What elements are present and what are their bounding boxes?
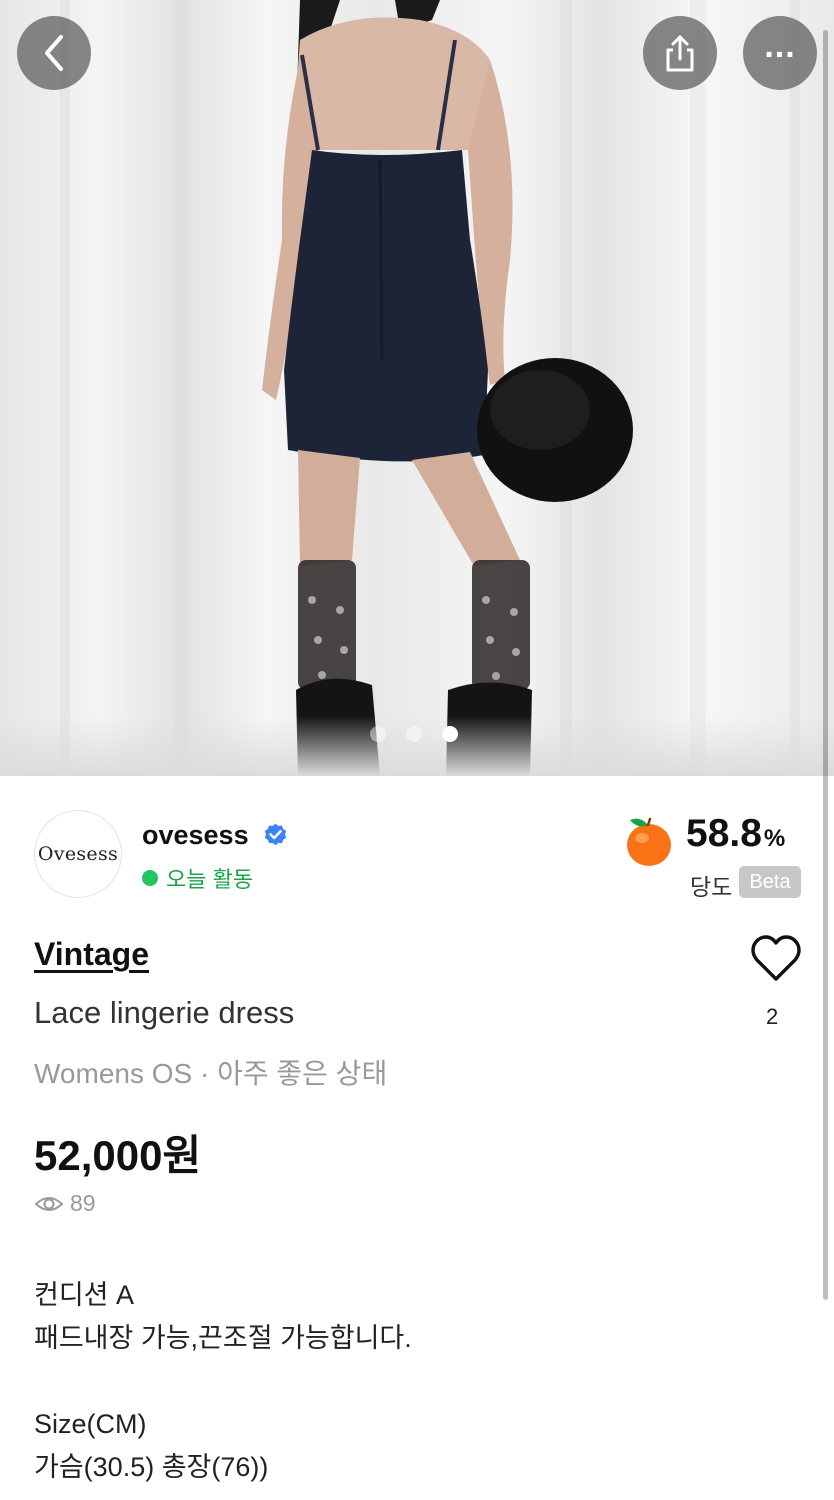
gallery-dot-active[interactable]: [442, 726, 458, 742]
chevron-left-icon: [45, 35, 63, 71]
page-scrollbar[interactable]: [823, 30, 828, 1300]
description-line: [34, 1360, 412, 1403]
share-button[interactable]: [643, 16, 717, 90]
view-count: 89: [70, 1190, 96, 1216]
seller-activity-label: 오늘 활동: [166, 867, 254, 892]
product-price: 52,000원: [34, 1132, 202, 1179]
product-description: 컨디션 A 패드내장 가능,끈조절 가능합니다. Size(CM) 가슴(30.…: [34, 1274, 412, 1489]
sweetness-value: 58.8: [686, 812, 762, 855]
view-count-row: 89: [34, 1190, 96, 1217]
gallery-pagination: [370, 726, 458, 742]
sweetness-score: 58.8%: [686, 812, 785, 856]
product-title: Lace lingerie dress: [34, 995, 295, 1030]
verified-badge-icon: [264, 823, 287, 846]
seller-activity-status: 오늘 활동: [142, 862, 253, 894]
share-icon: [666, 35, 694, 72]
seller-avatar-text: Ovesess: [37, 843, 119, 865]
more-horizontal-icon: ...: [764, 27, 796, 65]
seller-avatar[interactable]: Ovesess: [34, 810, 122, 898]
product-image-gallery[interactable]: ...: [0, 0, 834, 776]
brand-link[interactable]: Vintage: [34, 936, 149, 973]
eye-icon: [34, 1196, 64, 1211]
orange-fruit-icon: [627, 817, 671, 866]
beta-badge: Beta: [739, 866, 801, 898]
product-photo: [60, 0, 800, 776]
gallery-dot[interactable]: [370, 726, 386, 742]
sweetness-label: 당도: [690, 874, 733, 900]
sweetness-unit: %: [763, 825, 786, 852]
like-count: 2: [766, 1004, 779, 1029]
description-line: 가슴(30.5) 총장(76)): [34, 1452, 269, 1482]
product-size-condition: Womens OS · 아주 좋은 상태: [34, 1058, 388, 1089]
back-button[interactable]: [17, 16, 91, 90]
more-options-button[interactable]: ...: [743, 16, 817, 90]
gallery-dot[interactable]: [406, 726, 422, 742]
photo-floor-shadow: [0, 716, 834, 776]
description-line: 패드내장 가능,끈조절 가능합니다.: [34, 1323, 412, 1353]
description-line: Size(CM): [34, 1409, 147, 1439]
description-line: 컨디션 A: [34, 1280, 135, 1310]
online-status-dot: [142, 870, 158, 886]
seller-name[interactable]: ovesess: [142, 820, 249, 851]
heart-outline-icon[interactable]: [750, 934, 802, 984]
